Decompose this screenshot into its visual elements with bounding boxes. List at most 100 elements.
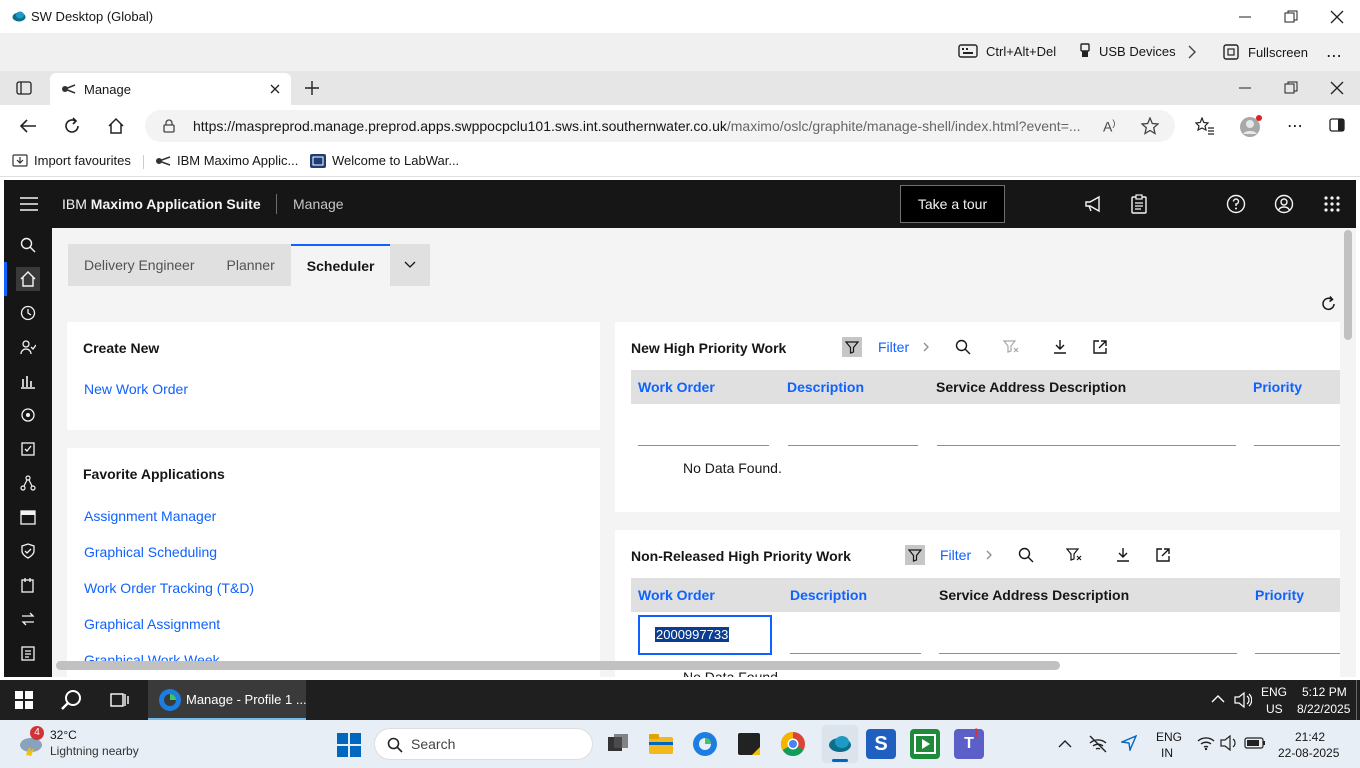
horizontal-scrollbar[interactable] — [56, 661, 1060, 670]
home-icon[interactable] — [107, 117, 125, 135]
new-work-order-link[interactable]: New Work Order — [84, 381, 188, 397]
nav-reports-icon[interactable] — [16, 369, 40, 393]
hamburger-menu-icon[interactable] — [20, 196, 38, 212]
network-off-icon[interactable] — [1089, 735, 1107, 753]
profile-avatar-icon[interactable] — [1239, 115, 1263, 139]
fullscreen-button[interactable]: Fullscreen — [1222, 43, 1308, 61]
column-work-order[interactable]: Work Order — [638, 379, 715, 395]
app-switcher-icon[interactable] — [1323, 195, 1341, 213]
sidebar-toggle-icon[interactable] — [1329, 118, 1345, 132]
favorite-labware[interactable]: Welcome to LabWar... — [310, 153, 459, 168]
vertical-scrollbar[interactable] — [1344, 230, 1352, 340]
remote-clock-time[interactable]: 5:12 PM — [1302, 685, 1347, 699]
nav-safety-icon[interactable] — [16, 539, 40, 563]
column-priority[interactable]: Priority — [1253, 379, 1302, 395]
brand-name[interactable]: IBM Maximo Application Suite — [62, 196, 261, 212]
nav-inventory-icon[interactable] — [16, 573, 40, 597]
weather-widget[interactable]: 4 32°C Lightning nearby — [14, 726, 144, 762]
take-a-tour-button[interactable]: Take a tour — [900, 185, 1005, 223]
sticky-notes-icon[interactable] — [734, 729, 764, 759]
tab-scheduler[interactable]: Scheduler — [290, 244, 391, 286]
browser-tab-manage[interactable]: Manage — [50, 73, 291, 105]
non-released-clear-filter-icon[interactable] — [1064, 545, 1084, 565]
nr-filter-input-description[interactable] — [790, 653, 921, 654]
s-app-icon[interactable]: S — [866, 729, 896, 759]
local-volume-icon[interactable] — [1220, 735, 1238, 751]
tab-overflow-button[interactable] — [390, 244, 431, 286]
favorite-link-graphical-scheduling[interactable]: Graphical Scheduling — [84, 544, 217, 560]
tab-close-icon[interactable] — [270, 84, 280, 94]
filter-input-work-order[interactable] — [638, 445, 769, 446]
non-released-filter-icon[interactable] — [905, 545, 925, 565]
favorite-link-work-order-tracking[interactable]: Work Order Tracking (T&D) — [84, 580, 254, 596]
restore-icon[interactable] — [1284, 10, 1298, 24]
work-order-filter-input[interactable]: 2000997733 — [638, 615, 772, 655]
task-view-app-icon[interactable] — [602, 729, 632, 759]
usb-devices-button[interactable]: USB Devices — [1079, 43, 1176, 59]
minimize-icon[interactable] — [1238, 10, 1252, 24]
nav-assets-icon[interactable] — [16, 403, 40, 427]
chevron-right-icon[interactable] — [1187, 45, 1197, 59]
windows-start-icon[interactable] — [15, 691, 33, 709]
column-description[interactable]: Description — [787, 379, 864, 395]
local-lang-top[interactable]: ENG — [1156, 730, 1182, 744]
volume-icon[interactable] — [1234, 692, 1252, 708]
taskbar-search-box[interactable]: Search — [374, 728, 593, 760]
win11-start-icon[interactable] — [337, 733, 361, 757]
taskbar-search-icon[interactable] — [61, 689, 83, 711]
file-explorer-icon[interactable] — [646, 729, 676, 759]
non-released-search-icon[interactable] — [1016, 545, 1036, 565]
nr-filter-input-service-address[interactable] — [939, 653, 1237, 654]
more-options-icon[interactable]: ⋯ — [1326, 46, 1343, 66]
filter-input-service-address[interactable] — [937, 445, 1236, 446]
close-icon[interactable] — [1330, 10, 1344, 24]
edge-taskbar-icon[interactable] — [690, 729, 720, 759]
user-profile-icon[interactable] — [1274, 194, 1294, 214]
non-released-download-icon[interactable] — [1113, 545, 1133, 565]
nav-checklist-icon[interactable] — [16, 641, 40, 665]
announcement-icon[interactable] — [1084, 195, 1102, 213]
high-priority-filter-link[interactable]: Filter — [878, 339, 909, 355]
nav-recent-icon[interactable] — [16, 301, 40, 325]
nr-column-description[interactable]: Description — [790, 587, 867, 603]
filter-input-description[interactable] — [788, 445, 918, 446]
filter-icon[interactable] — [842, 337, 862, 357]
location-icon[interactable] — [1121, 735, 1137, 751]
tab-actions-icon[interactable] — [16, 81, 32, 95]
local-clock-time[interactable]: 21:42 — [1295, 730, 1325, 744]
nav-search-icon[interactable] — [16, 233, 40, 257]
search-icon[interactable] — [953, 337, 973, 357]
refresh-icon[interactable] — [63, 117, 81, 135]
new-tab-icon[interactable] — [305, 81, 319, 95]
url-bar[interactable]: https://maspreprod.manage.preprod.apps.s… — [145, 110, 1175, 142]
help-icon[interactable] — [1226, 194, 1246, 214]
favorite-link-assignment-manager[interactable]: Assignment Manager — [84, 508, 216, 524]
back-icon[interactable] — [19, 118, 37, 134]
tray-chevron-up[interactable] — [1058, 739, 1072, 749]
show-hidden-icons-chevron[interactable] — [1211, 694, 1225, 704]
nav-work-orders-icon[interactable] — [16, 437, 40, 461]
clipboard-icon[interactable] — [1131, 194, 1147, 214]
chrome-icon[interactable] — [778, 729, 808, 759]
show-desktop-strip[interactable] — [1356, 680, 1360, 720]
task-view-icon[interactable] — [110, 691, 130, 709]
download-icon[interactable] — [1050, 337, 1070, 357]
non-released-filter-link[interactable]: Filter — [940, 547, 971, 563]
favorite-import[interactable]: Import favourites — [12, 153, 131, 168]
nav-home-icon[interactable] — [16, 267, 40, 291]
nav-transfer-icon[interactable] — [16, 607, 40, 631]
remote-lang-top[interactable]: ENG — [1261, 685, 1287, 699]
page-refresh-icon[interactable] — [1321, 296, 1337, 312]
launch-icon[interactable] — [1090, 337, 1110, 357]
teams-icon[interactable]: T! — [954, 725, 984, 759]
browser-minimize-icon[interactable] — [1238, 82, 1252, 94]
wifi-icon[interactable] — [1197, 735, 1215, 751]
nav-network-icon[interactable] — [16, 471, 40, 495]
battery-icon[interactable] — [1244, 737, 1266, 749]
favorite-star-icon[interactable] — [1141, 117, 1159, 135]
non-released-launch-icon[interactable] — [1153, 545, 1173, 565]
favorite-maximo[interactable]: IBM Maximo Applic... — [155, 153, 298, 168]
browser-menu-icon[interactable]: ⋯ — [1287, 116, 1303, 136]
tab-delivery-engineer[interactable]: Delivery Engineer — [68, 244, 211, 286]
taskbar-app-manage[interactable]: Manage - Profile 1 ... — [148, 680, 307, 720]
